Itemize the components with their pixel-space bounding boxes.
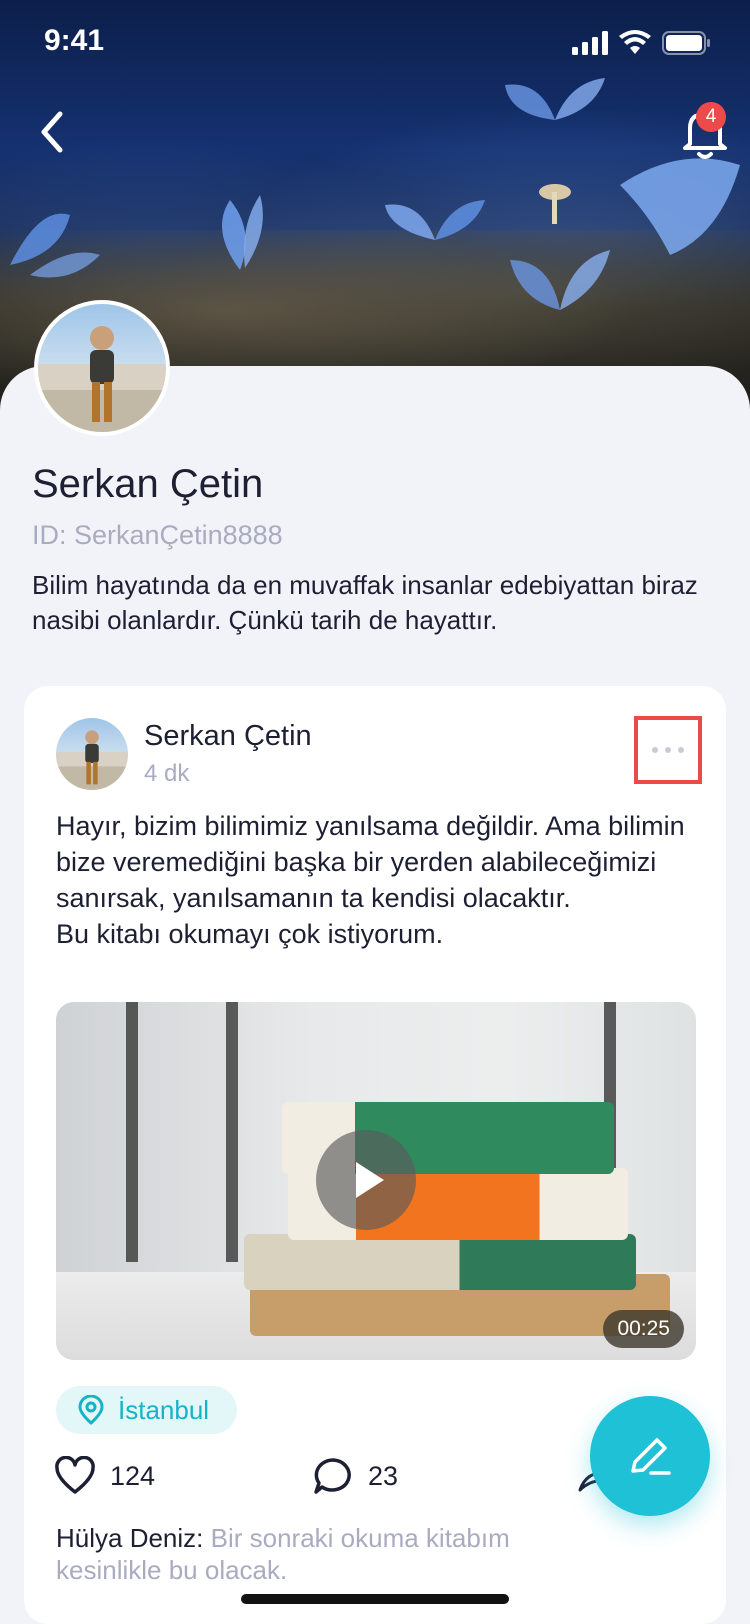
post-more-button[interactable]	[634, 716, 702, 784]
avatar-person-illustration	[56, 730, 128, 790]
notification-badge: 4	[696, 102, 726, 132]
comment-bubble-icon	[314, 1458, 351, 1494]
play-button[interactable]	[316, 1130, 416, 1230]
pencil-icon	[631, 1438, 671, 1475]
post-text-line: Hayır, bizim bilimimiz yanılsama değildi…	[56, 811, 685, 913]
location-label: İstanbul	[118, 1394, 210, 1425]
compose-button[interactable]	[590, 1396, 710, 1516]
post-author-name[interactable]: Serkan Çetin	[144, 720, 312, 753]
mushroom-decoration	[539, 184, 571, 224]
play-icon	[356, 1162, 384, 1198]
heart-icon	[55, 1456, 95, 1494]
wifi-icon	[619, 30, 651, 54]
profile-bio: Bilim hayatında da en muvaffak insanlar …	[32, 570, 698, 635]
butterfly-decoration	[510, 250, 610, 310]
butterfly-decoration	[10, 213, 100, 278]
post-text: Hayır, bizim bilimimiz yanılsama değildi…	[56, 808, 696, 952]
status-icons	[572, 30, 710, 56]
butterfly-decoration	[222, 195, 263, 270]
more-horizontal-icon	[665, 747, 671, 753]
home-indicator	[241, 1594, 509, 1604]
post-timestamp: 4 dk	[144, 760, 190, 787]
post-video[interactable]: 00:25	[56, 1002, 696, 1360]
comment-author: Hülya Deniz:	[56, 1523, 204, 1553]
status-bar: 9:41	[0, 0, 750, 88]
location-tag[interactable]: İstanbul	[56, 1386, 238, 1434]
profile-avatar[interactable]	[34, 300, 170, 436]
background-frame	[226, 1002, 238, 1262]
video-duration: 00:25	[603, 1310, 684, 1348]
back-button[interactable]	[30, 104, 74, 160]
book	[244, 1234, 636, 1290]
cellular-signal-icon	[572, 31, 608, 55]
status-time: 9:41	[44, 24, 105, 57]
like-button[interactable]: 124	[54, 1456, 155, 1496]
more-horizontal-icon	[678, 747, 684, 753]
comment-count: 23	[368, 1460, 399, 1491]
like-count: 124	[110, 1460, 156, 1491]
location-pin-icon	[78, 1395, 104, 1425]
background-frame	[126, 1002, 138, 1262]
post-author-avatar[interactable]	[56, 718, 128, 790]
profile-id: ID: SerkanÇetin8888	[32, 520, 283, 550]
profile-name: Serkan Çetin	[32, 462, 264, 506]
avatar-person-illustration	[38, 326, 166, 432]
battery-icon	[662, 31, 710, 55]
chevron-left-icon	[41, 111, 63, 153]
more-horizontal-icon	[652, 747, 658, 753]
comment-button[interactable]: 23	[312, 1456, 398, 1496]
post-text-line: Bu kitabı okumayı çok istiyorum.	[56, 919, 444, 949]
comment-preview[interactable]: Hülya Deniz: Bir sonraki okuma kitabım k…	[56, 1522, 616, 1586]
butterfly-decoration	[385, 200, 485, 240]
